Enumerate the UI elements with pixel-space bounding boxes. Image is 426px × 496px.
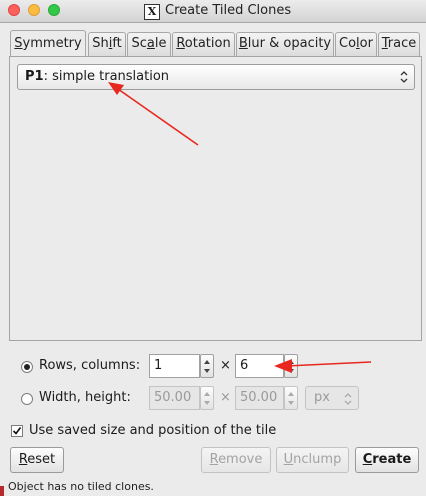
create-label: reate	[372, 452, 412, 467]
tab-panel-symmetry	[9, 56, 422, 341]
stepper-up-icon	[288, 360, 294, 364]
unclump-mnemonic: U	[283, 452, 294, 467]
create-button[interactable]: Create	[355, 447, 419, 473]
create-mnemonic: C	[362, 452, 373, 467]
times-sign-disabled: ×	[220, 390, 231, 405]
height-value: 50.00	[240, 390, 278, 405]
columns-input[interactable]: 6	[235, 354, 284, 378]
unclump-label: nclump	[293, 452, 342, 467]
edge-mark	[0, 486, 4, 496]
tab-scale-label-pre: Sc	[131, 36, 147, 51]
tab-symmetry-label: ymmetry	[22, 36, 82, 51]
tab-shift-label: ft	[112, 36, 122, 51]
tab-color[interactable]: Color	[335, 32, 377, 56]
reset-button[interactable]: Reset	[10, 447, 64, 473]
window-title: Create Tiled Clones	[165, 3, 292, 18]
remove-mnemonic: R	[209, 452, 219, 467]
width-stepper[interactable]	[200, 386, 214, 410]
tab-rotation-label: otation	[184, 36, 231, 51]
rows-input[interactable]: 1	[149, 354, 200, 378]
chevron-updown-icon	[400, 71, 408, 83]
symmetry-dropdown-value: P1: simple translation	[25, 69, 169, 84]
stepper-up-icon	[288, 392, 294, 396]
columns-value: 6	[240, 358, 249, 373]
stepper-up-icon	[204, 360, 210, 364]
checkmark-icon	[12, 427, 22, 435]
tab-blur-mnemonic: B	[238, 36, 248, 51]
tab-scale-label: le	[154, 36, 167, 51]
width-value: 50.00	[154, 390, 192, 405]
width-height-radio[interactable]	[21, 393, 33, 405]
stepper-down-icon	[204, 401, 210, 405]
symmetry-dropdown[interactable]: P1: simple translation	[17, 64, 415, 90]
tab-trace[interactable]: Trace	[378, 32, 420, 56]
width-height-label: Width, height:	[39, 390, 131, 405]
tab-blur-label: lur & opacity	[247, 36, 332, 51]
times-sign: ×	[220, 358, 231, 373]
width-input[interactable]: 50.00	[149, 386, 200, 410]
height-stepper[interactable]	[284, 386, 298, 410]
columns-stepper[interactable]	[284, 354, 298, 378]
tab-color-label-pre: Co	[339, 36, 357, 51]
unit-value: px	[314, 390, 330, 405]
unit-dropdown[interactable]: px	[305, 386, 359, 410]
unclump-button[interactable]: Unclump	[276, 447, 349, 473]
tab-rotation[interactable]: Rotation	[172, 32, 235, 56]
reset-mnemonic: R	[18, 452, 28, 467]
height-input[interactable]: 50.00	[235, 386, 284, 410]
use-saved-checkbox[interactable]	[11, 425, 23, 437]
x11-app-icon: X	[144, 4, 160, 20]
symmetry-code: P1	[25, 69, 44, 84]
rows-columns-radio[interactable]	[21, 361, 33, 373]
stepper-down-icon	[204, 369, 210, 373]
tab-scale-mnemonic: a	[146, 36, 155, 51]
status-text: Object has no tiled clones.	[8, 480, 154, 493]
tab-color-label: or	[359, 36, 373, 51]
tab-shift[interactable]: Shift	[88, 32, 126, 56]
tab-symmetry-mnemonic: S	[14, 36, 23, 51]
symmetry-description: : simple translation	[43, 69, 170, 84]
close-window-icon[interactable]	[8, 4, 20, 16]
reset-label: eset	[27, 452, 56, 467]
rows-columns-label: Rows, columns:	[39, 358, 141, 373]
tab-symmetry[interactable]: Symmetry	[10, 30, 86, 56]
radio-selected-dot	[24, 364, 30, 370]
stepper-down-icon	[288, 369, 294, 373]
tab-rotation-mnemonic: R	[176, 36, 185, 51]
tab-shift-label-pre: Sh	[92, 36, 109, 51]
chevron-updown-icon	[344, 393, 352, 405]
zoom-window-icon[interactable]	[48, 4, 60, 16]
use-saved-label: Use saved size and position of the tile	[29, 423, 277, 438]
tab-trace-label: race	[387, 36, 417, 51]
stepper-down-icon	[288, 401, 294, 405]
tab-scale[interactable]: Scale	[127, 32, 171, 56]
remove-button[interactable]: Remove	[201, 447, 271, 473]
tab-blur-opacity[interactable]: Blur & opacity	[236, 32, 334, 56]
minimize-window-icon[interactable]	[28, 4, 40, 16]
rows-value: 1	[154, 358, 163, 373]
rows-stepper[interactable]	[200, 354, 214, 378]
remove-label: emove	[218, 452, 263, 467]
stepper-up-icon	[204, 392, 210, 396]
